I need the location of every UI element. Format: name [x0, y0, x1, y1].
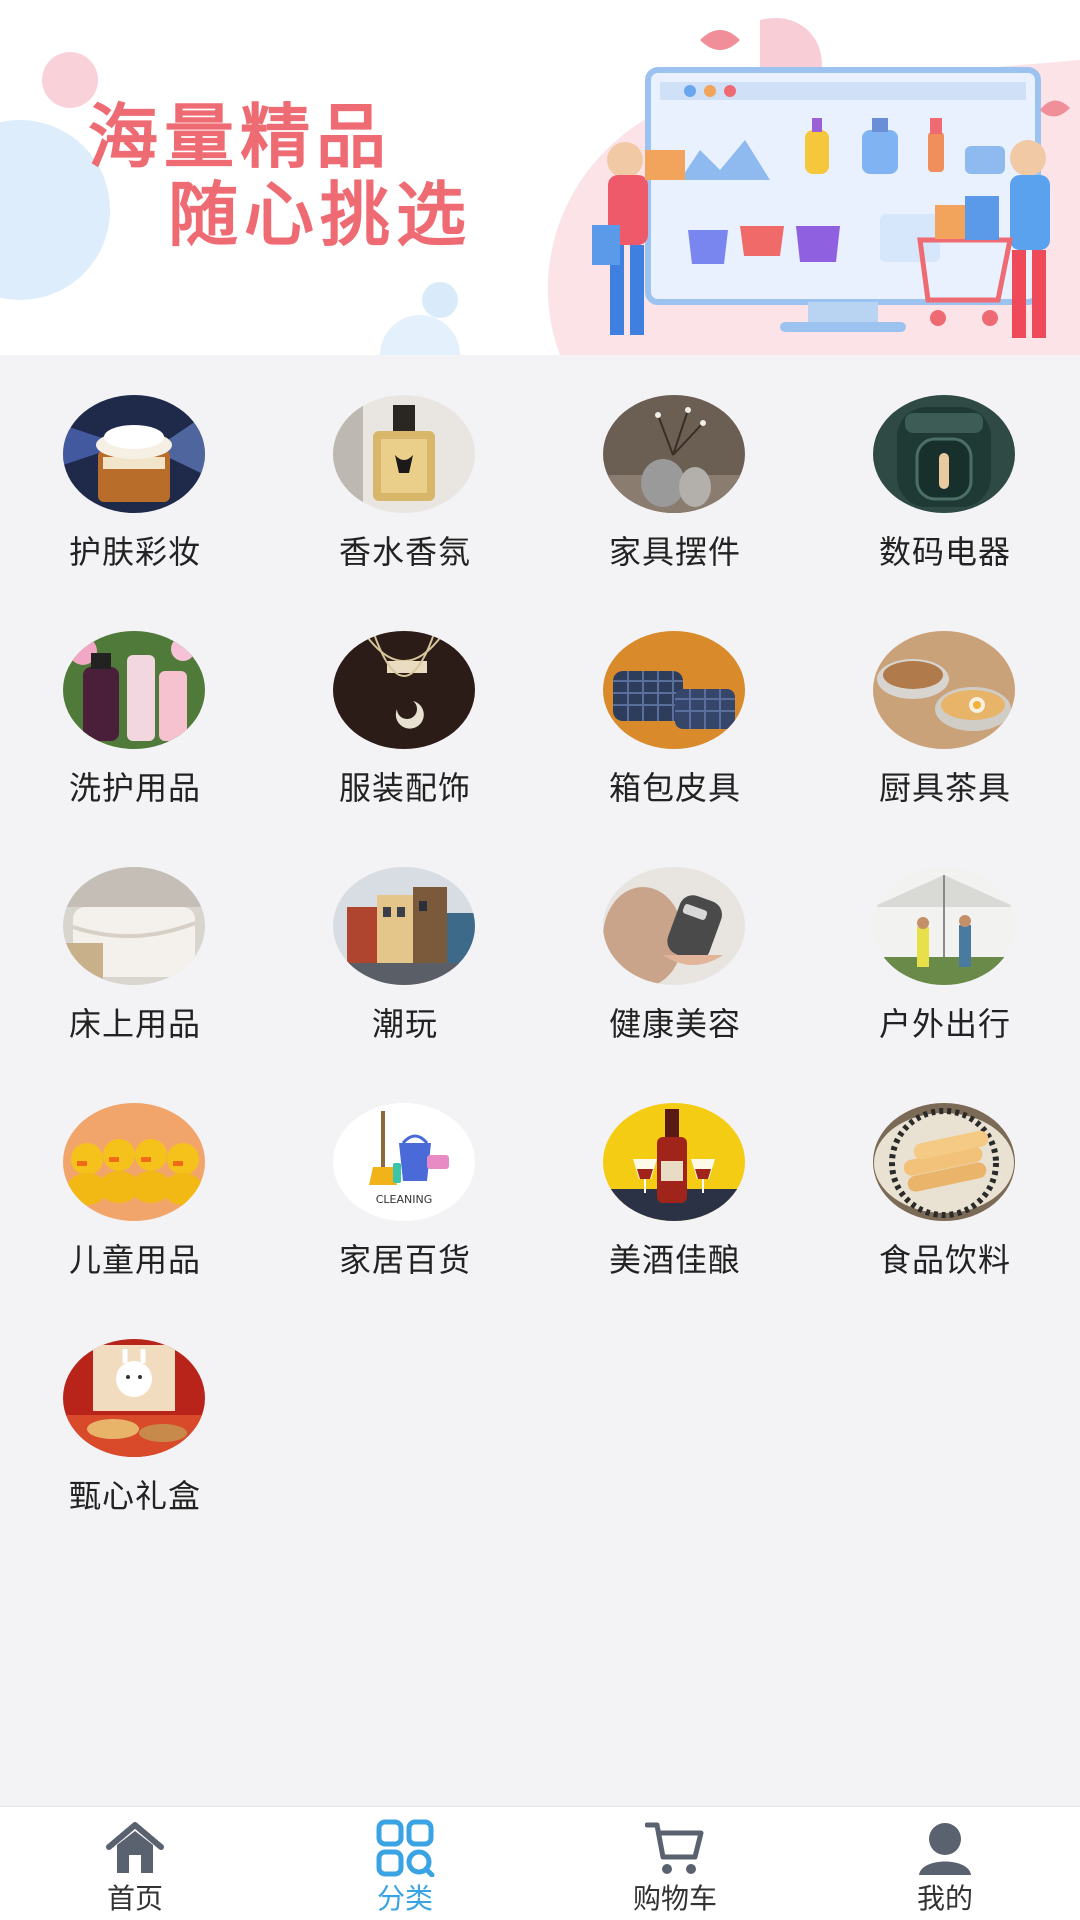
tab-mine[interactable]: 我的 — [810, 1807, 1080, 1920]
bedding-photo — [63, 867, 205, 985]
cleaning-caption: CLEANING — [376, 1193, 433, 1206]
tab-cart-label: 购物车 — [632, 1882, 717, 1915]
category-label: 食品饮料 — [878, 1241, 1011, 1279]
category-label: 洗护用品 — [68, 769, 201, 807]
cart-icon — [645, 1822, 704, 1874]
category-label: 健康美容 — [608, 1005, 741, 1043]
tab-mine-label: 我的 — [916, 1882, 973, 1915]
category-item-bath[interactable]: 洗护用品 — [0, 591, 270, 827]
category-item-health-beauty[interactable]: 健康美容 — [540, 827, 810, 1063]
category-item-kitchenware[interactable]: 厨具茶具 — [810, 591, 1080, 827]
category-item-electronics[interactable]: 数码电器 — [810, 355, 1080, 591]
category-label: 香水香氛 — [338, 533, 471, 571]
category-label: 厨具茶具 — [878, 769, 1011, 807]
category-label: 服装配饰 — [338, 769, 471, 807]
necklace-photo — [333, 631, 475, 749]
category-label: 箱包皮具 — [608, 769, 741, 807]
category-page: 海量精品 随心挑选 护肤彩妆 香水香氛 家具摆件 数码电器 洗护用品 服装配饰 … — [0, 0, 1080, 1920]
toy-building-photo — [333, 867, 475, 985]
category-label: 家具摆件 — [608, 533, 741, 571]
tab-category[interactable]: 分类 — [270, 1807, 540, 1920]
kitchenware-photo — [873, 631, 1015, 749]
category-label: 甄心礼盒 — [68, 1477, 201, 1515]
category-label: 家居百货 — [338, 1241, 471, 1279]
banner-slogan: 海量精品 随心挑选 — [88, 102, 472, 250]
food-rolls-photo — [873, 1103, 1015, 1221]
banner-slogan-line1: 海量精品 — [88, 96, 392, 178]
category-item-furniture[interactable]: 家具摆件 — [540, 355, 810, 591]
category-grid-icon — [376, 1819, 435, 1877]
category-item-perfume[interactable]: 香水香氛 — [270, 355, 540, 591]
beauty-device-photo — [603, 867, 745, 985]
category-label: 美酒佳酿 — [608, 1241, 741, 1279]
tab-home-label: 首页 — [106, 1882, 163, 1915]
category-item-luggage[interactable]: 箱包皮具 — [540, 591, 810, 827]
category-item-kids[interactable]: 儿童用品 — [0, 1063, 270, 1299]
cleaning-supplies-photo: CLEANING — [333, 1103, 475, 1221]
category-item-trendy-toys[interactable]: 潮玩 — [270, 827, 540, 1063]
furniture-decor-photo — [603, 395, 745, 513]
category-item-outdoor[interactable]: 户外出行 — [810, 827, 1080, 1063]
skincare-photo — [63, 395, 205, 513]
category-item-skincare[interactable]: 护肤彩妆 — [0, 355, 270, 591]
tab-category-label: 分类 — [376, 1882, 433, 1915]
category-item-fashion[interactable]: 服装配饰 — [270, 591, 540, 827]
category-label: 护肤彩妆 — [68, 533, 201, 571]
category-item-bedding[interactable]: 床上用品 — [0, 827, 270, 1063]
category-label: 潮玩 — [371, 1005, 438, 1043]
bottom-tab-bar: 首页 分类 购物车 我的 — [0, 1806, 1080, 1920]
category-item-food[interactable]: 食品饮料 — [810, 1063, 1080, 1299]
category-item-wine[interactable]: 美酒佳酿 — [540, 1063, 810, 1299]
gift-box-photo — [63, 1339, 205, 1457]
promo-banner[interactable]: 海量精品 随心挑选 — [0, 0, 1080, 355]
outdoor-tent-photo — [873, 867, 1015, 985]
banner-slogan-line2: 随心挑选 — [168, 174, 472, 256]
category-label: 床上用品 — [68, 1005, 201, 1043]
bath-products-photo — [63, 631, 205, 749]
tab-cart[interactable]: 购物车 — [540, 1807, 810, 1920]
home-icon — [106, 1822, 164, 1873]
category-label: 儿童用品 — [68, 1241, 201, 1279]
user-icon — [919, 1823, 971, 1875]
rubber-ducks-photo — [63, 1103, 205, 1221]
category-label: 数码电器 — [878, 533, 1011, 571]
tab-home[interactable]: 首页 — [0, 1807, 270, 1920]
air-fryer-photo — [873, 395, 1015, 513]
category-item-household[interactable]: CLEANING 家居百货 — [270, 1063, 540, 1299]
perfume-photo — [333, 395, 475, 513]
luggage-photo — [603, 631, 745, 749]
wine-photo — [603, 1103, 745, 1221]
category-label: 户外出行 — [878, 1005, 1011, 1043]
category-item-gift-box[interactable]: 甄心礼盒 — [0, 1299, 270, 1535]
